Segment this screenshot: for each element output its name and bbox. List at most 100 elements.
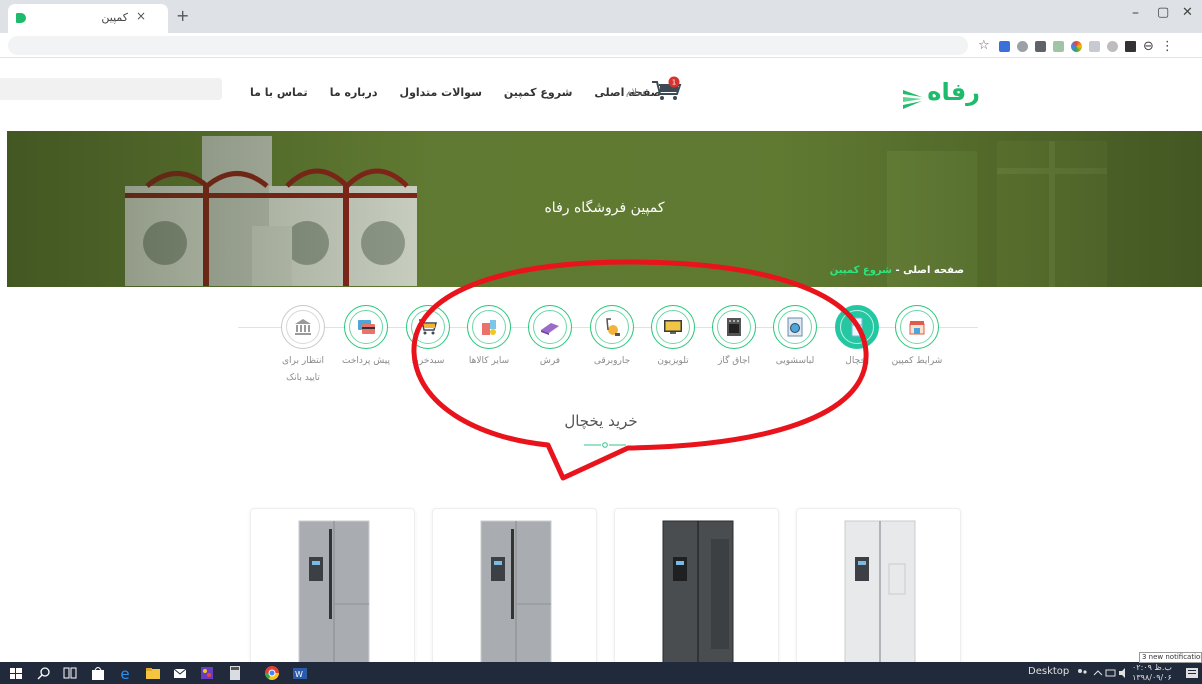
notification-toast[interactable]: 3 new notification xyxy=(1139,652,1202,663)
tab-title: کمپین xyxy=(101,11,128,24)
step-label: فرش xyxy=(539,356,561,366)
mail-icon[interactable] xyxy=(172,665,188,681)
store-icon[interactable] xyxy=(90,665,106,681)
nav-start-campaign[interactable]: شروع کمپین xyxy=(504,86,573,99)
step-other-goods[interactable]: سایر کالاها xyxy=(461,305,517,370)
shopping-cart-icon[interactable]: 1 xyxy=(650,76,684,102)
step-label: یخچال xyxy=(845,356,869,366)
window-minimize-button[interactable]: – xyxy=(1132,5,1139,21)
window-maximize-button[interactable]: ▢ xyxy=(1157,5,1169,20)
browser-menu-icon[interactable]: ⋮ xyxy=(1161,39,1174,54)
step-circle[interactable] xyxy=(712,305,756,349)
step-tv[interactable]: تلویزیون xyxy=(645,305,701,370)
fridge-icon xyxy=(851,317,863,337)
step-circle[interactable] xyxy=(467,305,511,349)
desktop-toolbar-label[interactable]: Desktop xyxy=(1028,666,1069,677)
taskbar-clock[interactable]: ب.ظ ۰۲:۰۹ ۱۳۹۸/۰۹/۰۶ xyxy=(1132,663,1172,683)
task-view-icon[interactable] xyxy=(62,665,78,681)
user-greeting[interactable]: سلام xyxy=(626,88,644,98)
step-circle[interactable] xyxy=(344,305,388,349)
nav-about[interactable]: درباره ما xyxy=(330,86,378,99)
search-input[interactable] xyxy=(0,78,222,100)
windows-start-icon[interactable] xyxy=(8,665,24,681)
product-image[interactable] xyxy=(433,509,597,668)
product-card[interactable] xyxy=(796,508,961,668)
step-washer[interactable]: لباسشویی xyxy=(767,305,823,370)
nav-faq[interactable]: سوالات متداول xyxy=(400,86,482,99)
shop-icon xyxy=(909,321,925,335)
product-card[interactable] xyxy=(432,508,597,668)
step-circle-inner xyxy=(286,310,320,344)
record-ext-icon[interactable] xyxy=(1107,40,1118,52)
grid-ext-icon[interactable] xyxy=(1053,40,1064,52)
shield-ext-icon[interactable] xyxy=(1017,40,1028,52)
breadcrumb-current: شروع کمپین xyxy=(829,265,892,276)
product-image[interactable] xyxy=(251,509,415,668)
paint-app-icon[interactable] xyxy=(199,665,215,681)
step-basket[interactable]: سبدخرید xyxy=(400,305,456,370)
step-stove[interactable]: اجاق گاز xyxy=(706,305,762,370)
nav-contact[interactable]: تماس با ما xyxy=(250,86,308,99)
product-card[interactable] xyxy=(614,508,779,668)
bookmark-star-icon[interactable]: ☆ xyxy=(978,39,992,53)
color-ext-icon[interactable] xyxy=(1071,40,1082,52)
site-logo[interactable]: رفاه xyxy=(900,78,980,118)
step-prepayment[interactable]: پیش پرداخت xyxy=(338,305,394,370)
blue-ext-icon[interactable] xyxy=(999,40,1010,52)
section-title: خرید یخچال xyxy=(564,412,638,430)
step-circle-inner xyxy=(656,310,690,344)
step-carpet[interactable]: فرش xyxy=(522,305,578,370)
browser-tab[interactable]: کمپین × xyxy=(8,4,168,33)
window-close-button[interactable]: ✕ xyxy=(1182,5,1193,20)
step-circle-inner xyxy=(349,310,383,344)
svg-text:e: e xyxy=(120,665,129,681)
volume-icon[interactable] xyxy=(1116,665,1132,681)
step-label: پیش پرداخت xyxy=(342,356,390,366)
product-card[interactable] xyxy=(250,508,415,668)
vacuum-icon xyxy=(606,318,620,336)
profile-icon[interactable]: ⊖ xyxy=(1143,39,1154,54)
step-circle[interactable] xyxy=(651,305,695,349)
people-icon[interactable] xyxy=(1074,665,1090,681)
address-bar[interactable] xyxy=(8,36,968,55)
chrome-icon[interactable] xyxy=(264,665,280,681)
file-explorer-icon[interactable] xyxy=(145,665,161,681)
product-image[interactable] xyxy=(797,509,961,668)
action-center-icon[interactable] xyxy=(1184,665,1200,681)
tab-close-icon[interactable]: × xyxy=(136,9,146,23)
step-circle[interactable] xyxy=(835,305,879,349)
step-label: سبدخرید xyxy=(411,356,445,366)
note-ext-icon[interactable] xyxy=(1035,40,1046,52)
step-fridge[interactable]: یخچال xyxy=(829,305,885,370)
step-circle[interactable] xyxy=(590,305,634,349)
favicon-icon xyxy=(16,13,26,23)
step-circle[interactable] xyxy=(528,305,572,349)
hero-banner: کمپین فروشگاه رفاه صفحه اصلی - شروع کمپی… xyxy=(7,131,1202,287)
section-title-decoration xyxy=(584,442,626,448)
step-circle-inner xyxy=(717,310,751,344)
step-label: جاروبرقی xyxy=(593,356,631,366)
step-campaign-terms[interactable]: شرایط کمپین xyxy=(889,305,945,370)
breadcrumb-home[interactable]: صفحه اصلی xyxy=(903,265,964,276)
step-label: لباسشویی xyxy=(775,356,815,366)
new-tab-button[interactable]: + xyxy=(176,6,189,25)
word-icon[interactable]: W xyxy=(292,665,308,681)
edge-browser-icon[interactable]: e xyxy=(117,665,133,681)
calculator-icon[interactable] xyxy=(227,665,243,681)
card-icon xyxy=(358,320,375,334)
clock-date: ۱۳۹۸/۰۹/۰۶ xyxy=(1132,673,1172,682)
step-label: انتظار برای تایید بانک xyxy=(281,356,325,383)
step-bank-approval[interactable]: انتظار برای تایید بانک xyxy=(275,305,331,387)
carpet-icon xyxy=(541,323,559,335)
step-circle[interactable] xyxy=(406,305,450,349)
ae-ext-icon[interactable] xyxy=(1125,40,1136,52)
translate-ext-icon[interactable] xyxy=(1089,40,1100,52)
step-circle[interactable] xyxy=(773,305,817,349)
step-circle[interactable] xyxy=(895,305,939,349)
product-image[interactable] xyxy=(615,509,779,668)
search-icon[interactable] xyxy=(36,665,52,681)
step-vacuum[interactable]: جاروبرقی xyxy=(584,305,640,370)
step-circle-inner xyxy=(411,310,445,344)
step-circle[interactable] xyxy=(281,305,325,349)
tv-icon xyxy=(664,320,682,334)
